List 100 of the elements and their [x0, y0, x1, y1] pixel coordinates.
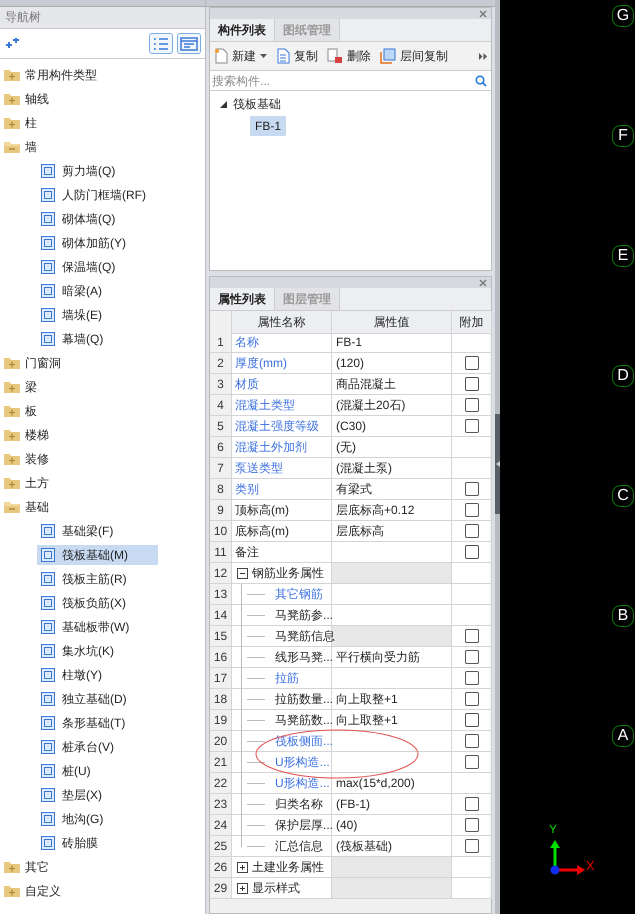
caret-icon[interactable]	[260, 54, 267, 58]
new-file-icon[interactable]	[214, 48, 228, 64]
tree-item[interactable]: 桩承台(V)	[37, 737, 158, 757]
tree-folder[interactable]: 门窗洞	[25, 354, 61, 372]
tree-folder[interactable]: 梁	[25, 378, 37, 396]
expand-icon[interactable]	[237, 862, 248, 872]
tree-item[interactable]: 筏板负筋(X)	[37, 593, 158, 613]
collapse-icon[interactable]	[237, 568, 248, 578]
tree-item[interactable]: 砌体墙(Q)	[37, 209, 158, 229]
tree-item[interactable]: 墙垛(E)	[37, 305, 158, 325]
list-view-button[interactable]	[149, 33, 173, 54]
checkbox[interactable]	[464, 839, 478, 853]
tree-item[interactable]: 保温墙(Q)	[37, 257, 158, 277]
checkbox[interactable]	[464, 482, 478, 496]
checkbox[interactable]	[464, 818, 478, 832]
property-value[interactable]: (混凝土泵)	[332, 458, 452, 479]
tree-item[interactable]: 柱墩(Y)	[37, 665, 158, 685]
tree-folder[interactable]: 楼梯	[25, 426, 49, 444]
tree-folder[interactable]: 常用构件类型	[25, 66, 97, 84]
tree-folder[interactable]: 板	[25, 402, 37, 420]
property-value[interactable]: 向上取整+1	[332, 689, 452, 710]
property-value[interactable]: FB-1	[332, 332, 452, 353]
tree-item[interactable]: 砌体加筋(Y)	[37, 233, 158, 253]
more-icon[interactable]	[479, 52, 487, 60]
toolbar-button[interactable]: 层间复制	[380, 48, 448, 64]
panel-view-button[interactable]	[177, 33, 201, 54]
checkbox[interactable]	[464, 629, 478, 643]
checkbox[interactable]	[464, 713, 478, 727]
checkbox[interactable]	[464, 419, 478, 433]
tree-item[interactable]: 暗梁(A)	[37, 281, 158, 301]
checkbox[interactable]	[464, 734, 478, 748]
tree-item[interactable]: FB-1	[250, 116, 286, 136]
folder-icon[interactable]	[3, 452, 21, 466]
expand-icon[interactable]	[237, 882, 248, 894]
tree-item[interactable]: 幕墙(Q)	[37, 329, 158, 349]
tree-folder[interactable]: 柱	[25, 114, 37, 132]
property-value[interactable]: 层底标高	[332, 521, 452, 542]
list-icon[interactable]	[153, 36, 169, 50]
tree-folder[interactable]: 其它	[25, 858, 49, 876]
tree-item[interactable]: 地沟(G)	[37, 809, 158, 829]
checkbox[interactable]	[464, 797, 478, 811]
folder-icon[interactable]	[3, 428, 21, 442]
tree-item[interactable]: 独立基础(D)	[37, 689, 158, 709]
search-icon[interactable]	[475, 74, 487, 86]
tree-item[interactable]: 基础梁(F)	[37, 521, 158, 541]
delete-file-icon[interactable]	[327, 48, 343, 64]
folder-icon[interactable]	[3, 476, 21, 490]
checkbox[interactable]	[464, 356, 478, 370]
property-value[interactable]: 向上取整+1	[332, 710, 452, 731]
tree-item[interactable]: 筏板基础(M)	[37, 545, 158, 565]
expand-arrow-icon[interactable]	[220, 101, 227, 108]
splitter-handle[interactable]	[495, 414, 500, 514]
folder-icon[interactable]	[3, 884, 21, 898]
property-value[interactable]	[332, 731, 452, 752]
checkbox[interactable]	[464, 524, 478, 538]
checkbox[interactable]	[464, 398, 478, 412]
property-value[interactable]: (混凝土20石)	[332, 395, 452, 416]
property-value[interactable]: (40)	[332, 815, 452, 836]
property-value[interactable]: 商品混凝土	[332, 374, 452, 395]
tree-group[interactable]: 筏板基础	[233, 96, 281, 113]
property-value[interactable]: (无)	[332, 437, 452, 458]
checkbox[interactable]	[464, 671, 478, 685]
toolbar-button[interactable]: 新建	[214, 48, 267, 64]
property-value[interactable]: 平行横向受力筋	[332, 647, 452, 668]
close-icon[interactable]	[479, 10, 487, 18]
checkbox[interactable]	[464, 650, 478, 664]
drawing-canvas[interactable]: G F E D C B A Y X	[500, 0, 635, 914]
document-icon[interactable]	[276, 48, 290, 64]
folder-icon[interactable]	[3, 356, 21, 370]
tree-item[interactable]: 条形基础(T)	[37, 713, 158, 733]
toolbar-button[interactable]: 删除	[327, 48, 371, 64]
checkbox[interactable]	[464, 755, 478, 769]
folder-icon[interactable]	[3, 380, 21, 394]
checkbox[interactable]	[464, 377, 478, 391]
folder-icon[interactable]	[3, 140, 21, 154]
property-value[interactable]: (120)	[332, 353, 452, 374]
property-value[interactable]: 层底标高+0.12	[332, 500, 452, 521]
folder-icon[interactable]	[3, 860, 21, 874]
tree-item[interactable]: 垫层(X)	[37, 785, 158, 805]
checkbox[interactable]	[464, 503, 478, 517]
sparkle-icon[interactable]	[4, 38, 20, 50]
folder-icon[interactable]	[3, 404, 21, 418]
tree-item[interactable]: 砖胎膜	[37, 833, 158, 853]
folder-icon[interactable]	[3, 116, 21, 130]
toolbar-button[interactable]: 复制	[276, 48, 318, 64]
tree-item[interactable]: 筏板主筋(R)	[37, 569, 158, 589]
tree-item[interactable]: 人防门框墙(RF)	[37, 185, 158, 205]
property-value[interactable]: (C30)	[332, 416, 452, 437]
window-icon[interactable]	[180, 36, 198, 50]
property-value[interactable]: (FB-1)	[332, 794, 452, 815]
tree-item[interactable]: 集水坑(K)	[37, 641, 158, 661]
tree-item[interactable]: 基础板带(W)	[37, 617, 158, 637]
property-value[interactable]: 有梁式	[332, 479, 452, 500]
tree-folder[interactable]: 轴线	[25, 90, 49, 108]
tree-item[interactable]: 桩(U)	[37, 761, 158, 781]
tree-folder[interactable]: 土方	[25, 474, 49, 492]
folder-icon[interactable]	[3, 68, 21, 82]
tree-folder[interactable]: 装修	[25, 450, 49, 468]
close-icon[interactable]	[479, 278, 487, 286]
tree-folder[interactable]: 墙	[25, 138, 37, 156]
